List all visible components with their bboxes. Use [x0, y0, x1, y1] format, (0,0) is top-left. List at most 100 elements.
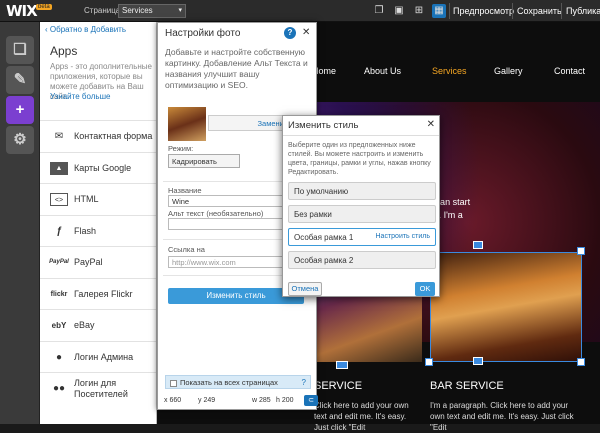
divider: [283, 135, 439, 136]
app-label: HTML: [74, 194, 99, 204]
app-label: eBay: [74, 320, 95, 330]
app-label: Карты Google: [74, 162, 132, 173]
mode-select-value: Кадрировать: [172, 157, 217, 166]
mode-select[interactable]: Кадрировать: [168, 154, 240, 168]
ebay-icon: ebY: [51, 321, 67, 330]
help-icon[interactable]: ?: [302, 378, 306, 387]
map-icon: ▲: [50, 161, 68, 175]
divider: [449, 3, 450, 19]
back-to-add-link[interactable]: ‹ Обратно в Добавить: [45, 25, 126, 34]
app-list: ✉ Контактная форма ▲ Карты Google <> HTM…: [40, 120, 156, 404]
style-option-no-frame[interactable]: Без рамки: [288, 205, 436, 223]
settings-icon[interactable]: ⚙: [6, 126, 34, 154]
app-item-html[interactable]: <> HTML: [40, 183, 156, 215]
code-icon: <>: [50, 193, 68, 206]
h-readout[interactable]: h 200: [276, 397, 294, 404]
divider: [561, 3, 562, 19]
app-label: Логин Админа: [74, 351, 134, 362]
users-icon: ●●: [52, 383, 66, 394]
grid-icon[interactable]: ⊞: [412, 4, 426, 18]
ok-button[interactable]: OK: [415, 282, 435, 296]
page-label: Страница:: [84, 6, 123, 15]
dialog-description: Выберите один из предложенных ниже стиле…: [288, 142, 431, 176]
app-label: Контактная форма: [74, 131, 153, 141]
style-option-custom-frame-2[interactable]: Особая рамка 2: [288, 251, 436, 269]
style-option-label: Без рамки: [294, 210, 332, 219]
bar-service-title[interactable]: BAR SERVICE: [430, 380, 504, 392]
link-label: Ссылка на: [168, 245, 205, 254]
pages-icon[interactable]: ❏: [6, 36, 34, 64]
show-on-all-pages-checkbox[interactable]: [170, 379, 177, 387]
panel-title: Настройки фото: [165, 28, 241, 39]
design-icon[interactable]: ✎: [6, 66, 34, 94]
app-item-paypal[interactable]: PayPal PayPal: [40, 246, 156, 278]
app-item-admin-login[interactable]: ● Логин Админа: [40, 340, 156, 373]
learn-more-link[interactable]: Узнайте больше: [50, 92, 110, 101]
style-option-custom-frame-1[interactable]: Особая рамка 1 Настроить стиль: [288, 228, 436, 246]
add-icon[interactable]: +: [6, 96, 34, 124]
service-paragraph[interactable]: Click here to add your own text and edit…: [314, 400, 414, 433]
nav-about[interactable]: About Us: [364, 66, 401, 76]
publish-button[interactable]: Публикация: [566, 6, 600, 16]
app-item-flickr[interactable]: flickr Галерея Flickr: [40, 277, 156, 310]
style-option-default[interactable]: По умолчанию: [288, 182, 436, 200]
x-readout[interactable]: x 660: [164, 397, 181, 404]
bar-image-selected[interactable]: [430, 252, 582, 362]
w-readout[interactable]: w 285: [252, 397, 271, 404]
editor-rail: ❏ ✎ + ⚙: [0, 22, 40, 424]
y-readout[interactable]: y 249: [198, 397, 215, 404]
app-item-flash[interactable]: ƒ Flash: [40, 214, 156, 247]
show-on-all-pages-label: Показать на всех страницах: [180, 378, 278, 387]
nav-services[interactable]: Services: [432, 66, 467, 76]
app-item-contact-form[interactable]: ✉ Контактная форма: [40, 120, 156, 152]
drag-handle[interactable]: [473, 357, 483, 365]
customize-style-link[interactable]: Настроить стиль: [376, 233, 431, 240]
chevron-down-icon: ▾: [178, 7, 182, 14]
app-label: PayPal: [74, 257, 103, 267]
cancel-button[interactable]: Отмена: [288, 282, 322, 296]
nav-gallery[interactable]: Gallery: [494, 66, 523, 76]
save-button[interactable]: Сохранить: [517, 6, 562, 16]
style-option-label: Особая рамка 1: [294, 233, 354, 242]
name-label: Название: [168, 186, 202, 195]
beta-badge: beta: [36, 4, 52, 10]
drag-handle[interactable]: [473, 241, 483, 249]
app-item-ebay[interactable]: ebY eBay: [40, 309, 156, 341]
top-toolbar: WIX beta Страница: Services ▾ ❐ ▣ ⊞ ▦ Пр…: [0, 0, 600, 22]
snap-icon[interactable]: ▦: [432, 4, 446, 18]
alt-text-label: Альт текст (необязательно): [168, 209, 264, 218]
change-style-dialog: Изменить стиль ✕ Выберите один из предло…: [282, 115, 440, 297]
page-select-value: Services: [122, 6, 153, 15]
apps-panel: ‹ Обратно в Добавить Apps Apps - это доп…: [40, 22, 157, 424]
resize-handle[interactable]: [577, 247, 585, 255]
resize-handle[interactable]: [425, 358, 433, 366]
bar-service-paragraph[interactable]: I'm a paragraph. Click here to add your …: [430, 400, 580, 433]
resize-handle[interactable]: [577, 358, 585, 366]
nav-contact[interactable]: Contact: [554, 66, 585, 76]
app-item-member-login[interactable]: ●● Логин для Посетителей: [40, 372, 156, 404]
flickr-icon: flickr: [50, 290, 68, 298]
style-option-label: По умолчанию: [294, 187, 349, 196]
close-icon[interactable]: ✕: [427, 119, 435, 130]
app-label: Flash: [74, 225, 97, 236]
envelope-icon: ✉: [54, 131, 64, 142]
help-icon[interactable]: ?: [284, 27, 296, 39]
close-icon[interactable]: ✕: [302, 27, 310, 38]
page-select[interactable]: Services ▾: [118, 4, 186, 18]
divider: [512, 3, 513, 19]
copy-icon[interactable]: ❐: [372, 4, 386, 18]
preview-button[interactable]: Предпросмотр: [453, 6, 514, 16]
show-on-all-pages-row[interactable]: Показать на всех страницах ?: [165, 375, 311, 389]
lock-icon[interactable]: ⊂: [304, 395, 318, 406]
app-item-google-maps[interactable]: ▲ Карты Google: [40, 151, 156, 184]
wix-logo: WIX: [6, 2, 38, 20]
photo-thumbnail: [168, 107, 206, 141]
flash-icon: ƒ: [56, 225, 62, 237]
paste-icon[interactable]: ▣: [392, 4, 406, 18]
service-title[interactable]: SERVICE: [314, 380, 362, 392]
paypal-icon: PayPal: [49, 259, 69, 265]
app-label: Логин для Посетителей: [74, 378, 128, 399]
app-label: Галерея Flickr: [74, 288, 133, 299]
rotate-handle[interactable]: [336, 361, 348, 369]
dialog-title: Изменить стиль: [288, 120, 359, 131]
